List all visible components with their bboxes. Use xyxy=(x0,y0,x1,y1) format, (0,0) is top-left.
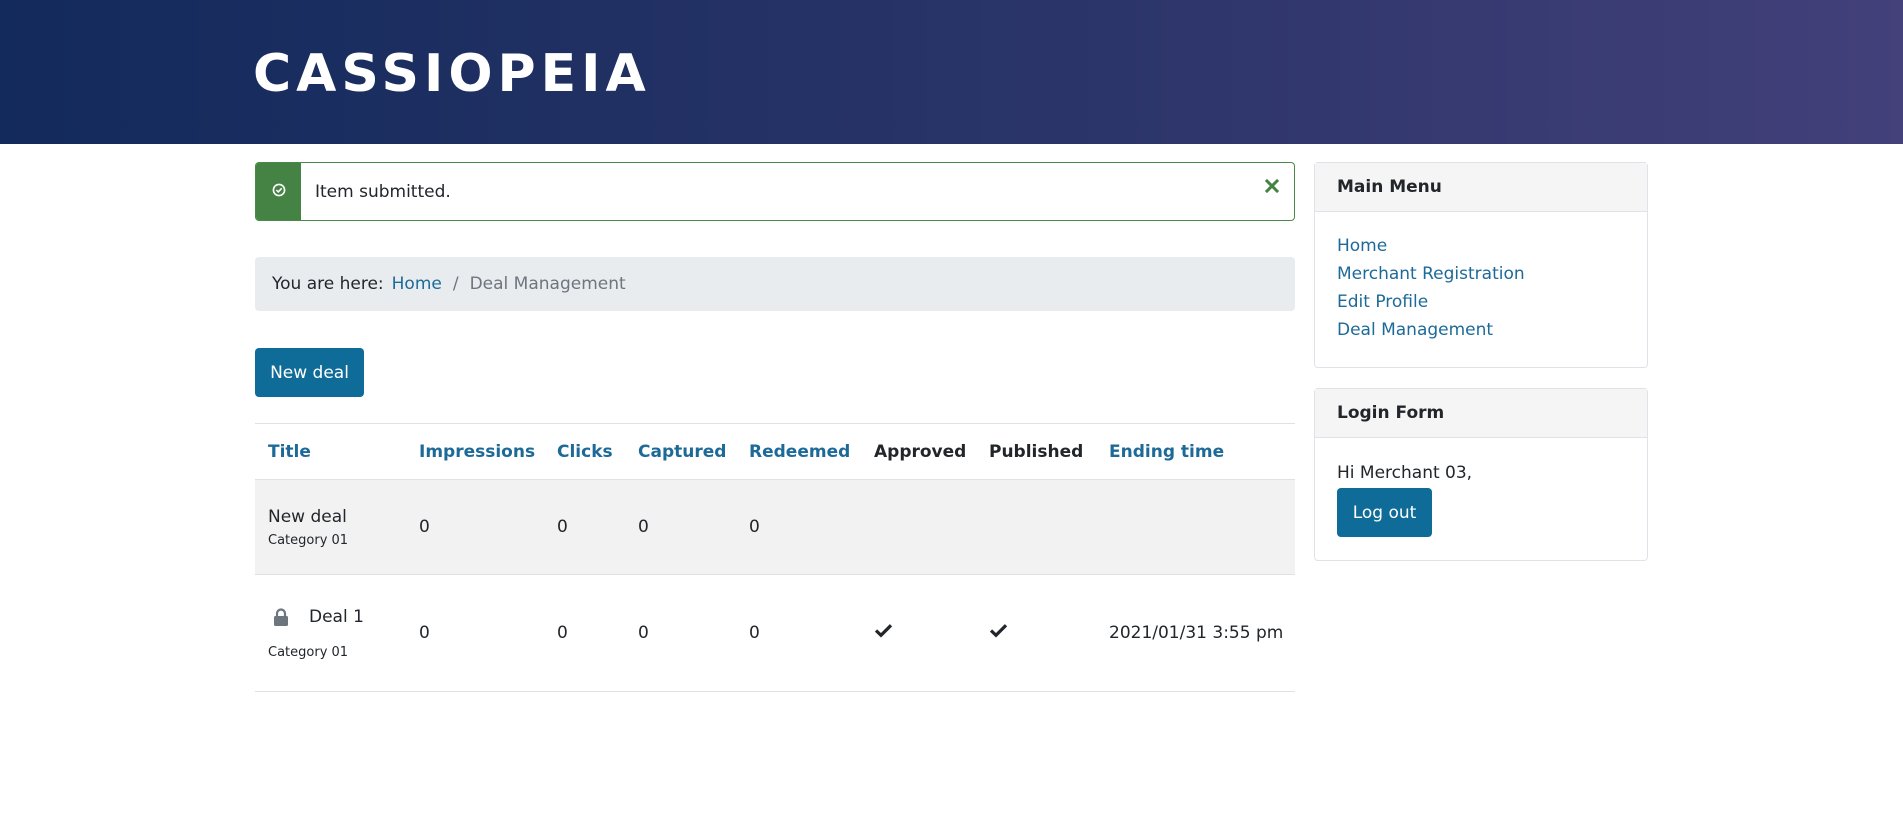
column-clicks[interactable]: Clicks xyxy=(544,423,625,480)
ending-time-cell xyxy=(1096,479,1295,575)
table-row: Deal 1 Category 01 0 0 0 0 2021/01/31 3:… xyxy=(255,574,1295,692)
deals-table: Title Impressions Clicks Captured Redeem… xyxy=(255,423,1295,692)
deal-title-line: Deal 1 xyxy=(255,607,406,627)
deal-category: Category 01 xyxy=(268,644,349,660)
deal-category: Category 01 xyxy=(268,532,349,548)
captured-cell: 0 xyxy=(625,574,736,692)
menu-item-edit-profile: Edit Profile xyxy=(1337,292,1647,320)
site-header: CASSIOPEIA xyxy=(0,0,1903,144)
column-approved: Approved xyxy=(861,423,976,480)
check-circle-icon xyxy=(272,182,286,202)
breadcrumb-current: Deal Management xyxy=(469,274,626,294)
deal-title-cell: New deal Category 01 xyxy=(255,479,406,575)
new-deal-button[interactable]: New deal xyxy=(255,348,364,397)
breadcrumb-label: You are here: xyxy=(272,274,384,294)
main-menu-module: Main Menu Home Merchant Registration Edi… xyxy=(1314,162,1648,368)
ending-time-cell: 2021/01/31 3:55 pm xyxy=(1096,574,1295,692)
lock-icon xyxy=(273,607,289,626)
captured-cell: 0 xyxy=(625,479,736,575)
login-form-title: Login Form xyxy=(1315,389,1647,438)
deals-table-wrap: Title Impressions Clicks Captured Redeem… xyxy=(255,423,1295,692)
main-menu-title: Main Menu xyxy=(1315,163,1647,212)
check-icon xyxy=(874,623,893,643)
logout-button[interactable]: Log out xyxy=(1337,488,1432,537)
login-greeting: Hi Merchant 03, xyxy=(1337,463,1473,483)
menu-link-edit-profile[interactable]: Edit Profile xyxy=(1337,292,1428,312)
site-brand[interactable]: CASSIOPEIA xyxy=(253,44,651,104)
column-redeemed[interactable]: Redeemed xyxy=(736,423,861,480)
published-cell xyxy=(976,479,1096,575)
deal-title-link[interactable]: Deal 1 xyxy=(309,607,364,627)
column-ending-time[interactable]: Ending time xyxy=(1096,423,1295,480)
check-icon[interactable] xyxy=(989,623,1008,643)
close-icon[interactable] xyxy=(1262,175,1282,197)
table-row: New deal Category 01 0 0 0 0 xyxy=(255,479,1295,575)
clicks-cell: 0 xyxy=(544,479,625,575)
menu-item-merchant-registration: Merchant Registration xyxy=(1337,264,1647,292)
impressions-cell: 0 xyxy=(406,479,544,575)
column-title[interactable]: Title xyxy=(255,423,406,480)
deal-title-cell: Deal 1 Category 01 xyxy=(255,574,406,692)
menu-item-deal-management: Deal Management xyxy=(1337,320,1647,348)
column-captured[interactable]: Captured xyxy=(625,423,736,480)
clicks-cell: 0 xyxy=(544,574,625,692)
table-header-row: Title Impressions Clicks Captured Redeem… xyxy=(255,423,1295,480)
login-form-module: Login Form Hi Merchant 03, Log out xyxy=(1314,388,1648,561)
menu-link-home[interactable]: Home xyxy=(1337,236,1387,256)
column-impressions[interactable]: Impressions xyxy=(406,423,544,480)
approved-cell xyxy=(861,479,976,575)
redeemed-cell: 0 xyxy=(736,574,861,692)
impressions-cell: 0 xyxy=(406,574,544,692)
approved-cell xyxy=(861,574,976,692)
menu-link-merchant-registration[interactable]: Merchant Registration xyxy=(1337,264,1525,284)
column-published: Published xyxy=(976,423,1096,480)
published-cell xyxy=(976,574,1096,692)
success-alert: Item submitted. xyxy=(255,162,1295,221)
breadcrumb-home-link[interactable]: Home xyxy=(392,274,442,294)
deal-title-link[interactable]: New deal xyxy=(268,507,406,527)
menu-link-deal-management[interactable]: Deal Management xyxy=(1337,320,1493,340)
alert-message: Item submitted. xyxy=(315,181,451,202)
menu-item-home: Home xyxy=(1337,236,1647,264)
redeemed-cell: 0 xyxy=(736,479,861,575)
breadcrumb: You are here: Home / Deal Management xyxy=(255,257,1295,311)
main-menu-list: Home Merchant Registration Edit Profile … xyxy=(1315,212,1647,348)
alert-icon-box xyxy=(256,163,301,220)
breadcrumb-separator: / xyxy=(452,274,459,294)
